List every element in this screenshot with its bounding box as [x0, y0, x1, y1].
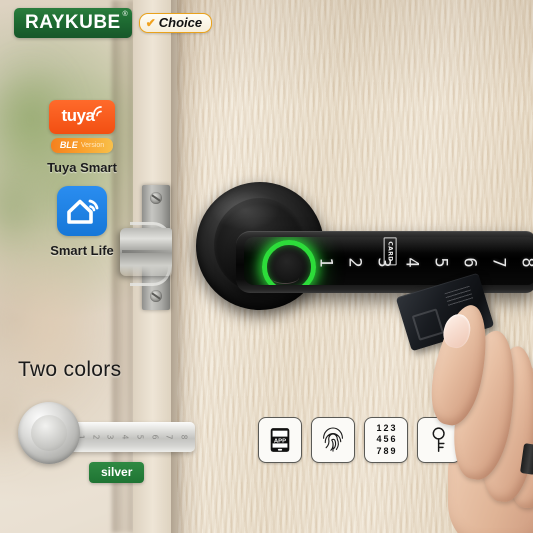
feature-passcode-unlock: 1 2 3 4 5 6 7 8 9	[364, 417, 408, 463]
silver-rosette	[18, 402, 80, 464]
smart-life-block: Smart Life	[36, 186, 128, 258]
keypad-digit[interactable]: 7	[489, 257, 509, 267]
tuya-app-block: tuya BLE Version Tuya Smart	[36, 100, 128, 175]
silver-keypad-digit: 3	[105, 434, 115, 440]
silver-keypad-digit: 4	[120, 434, 130, 440]
silver-rosette-inner	[31, 415, 67, 451]
hand-holding-card	[392, 272, 533, 533]
ble-version-tag: BLE Version	[51, 138, 113, 153]
keypad-icon-digit: 4	[376, 434, 382, 445]
two-colors-heading: Two colors	[18, 358, 122, 381]
silver-keypad-digit: 6	[150, 434, 160, 440]
raykube-logo: RAYKUBE ®	[14, 8, 132, 38]
keypad-icon-digit: 6	[390, 434, 396, 445]
choice-badge: ✔ Choice	[138, 13, 213, 33]
keypad-digit[interactable]: 5	[431, 257, 451, 267]
screw-icon	[150, 192, 162, 204]
keypad-icon-digit: 7	[376, 445, 382, 456]
keypad-icon: 1 2 3 4 5 6 7 8 9	[376, 423, 395, 457]
choice-badge-label: Choice	[158, 15, 203, 30]
svg-text:APP: APP	[274, 439, 286, 445]
silver-keypad-digit: 8	[179, 434, 189, 440]
smart-life-logo	[57, 186, 107, 236]
brand-header: RAYKUBE ® ✔ Choice	[14, 8, 213, 38]
fingerprint-icon	[323, 427, 343, 452]
silver-keypad: 1 2 3 4 5 6 7 8	[76, 428, 189, 446]
registered-mark-icon: ®	[122, 11, 128, 18]
silver-color-badge: silver	[89, 462, 145, 483]
version-label: Version	[80, 142, 105, 149]
keypad-digit[interactable]: 8	[517, 257, 533, 267]
keypad-digit[interactable]: 4	[402, 257, 422, 267]
key-icon	[432, 427, 445, 452]
keypad-digit[interactable]: 2	[344, 257, 364, 267]
latch-seam	[122, 250, 170, 253]
keypad-digit[interactable]: 1	[316, 257, 336, 267]
wifi-icon	[93, 106, 102, 117]
screw-icon	[150, 290, 162, 302]
keypad-icon-digit: 1	[376, 423, 382, 434]
ble-label: BLE	[59, 140, 78, 150]
fingerprint-sensor-icon[interactable]	[262, 240, 316, 285]
feature-app-unlock: APP	[258, 417, 302, 463]
keypad-digit[interactable]: 6	[460, 257, 480, 267]
keypad-icon-digit: 5	[383, 434, 389, 445]
keypad-icon-digit: 2	[383, 423, 389, 434]
silver-lock-variant: 1 2 3 4 5 6 7 8	[10, 398, 200, 468]
keypad-icon-digit: 3	[390, 423, 396, 434]
product-marketing-image: 1 2 3 4 5 6 7 8 CARD RAYKUBE ® ✔	[0, 0, 533, 533]
silver-keypad-digit: 7	[164, 434, 174, 440]
lock-rosette-highlight	[210, 190, 280, 230]
silver-keypad-digit: 2	[91, 434, 101, 440]
phone-app-icon: APP	[270, 428, 290, 452]
tuya-logo: tuya	[49, 100, 115, 134]
card-reader-label: CARD	[383, 237, 397, 266]
tuya-caption: Tuya Smart	[47, 160, 117, 175]
smart-life-caption: Smart Life	[50, 243, 114, 258]
silver-keypad-digit: 5	[135, 434, 145, 440]
keypad-icon-digit: 8	[383, 445, 389, 456]
feature-fingerprint-unlock	[311, 417, 355, 463]
brand-name: RAYKUBE	[25, 12, 121, 33]
keypad-icon-digit: 9	[390, 445, 396, 456]
house-wifi-icon	[67, 199, 99, 224]
check-icon: ✔	[145, 15, 156, 30]
